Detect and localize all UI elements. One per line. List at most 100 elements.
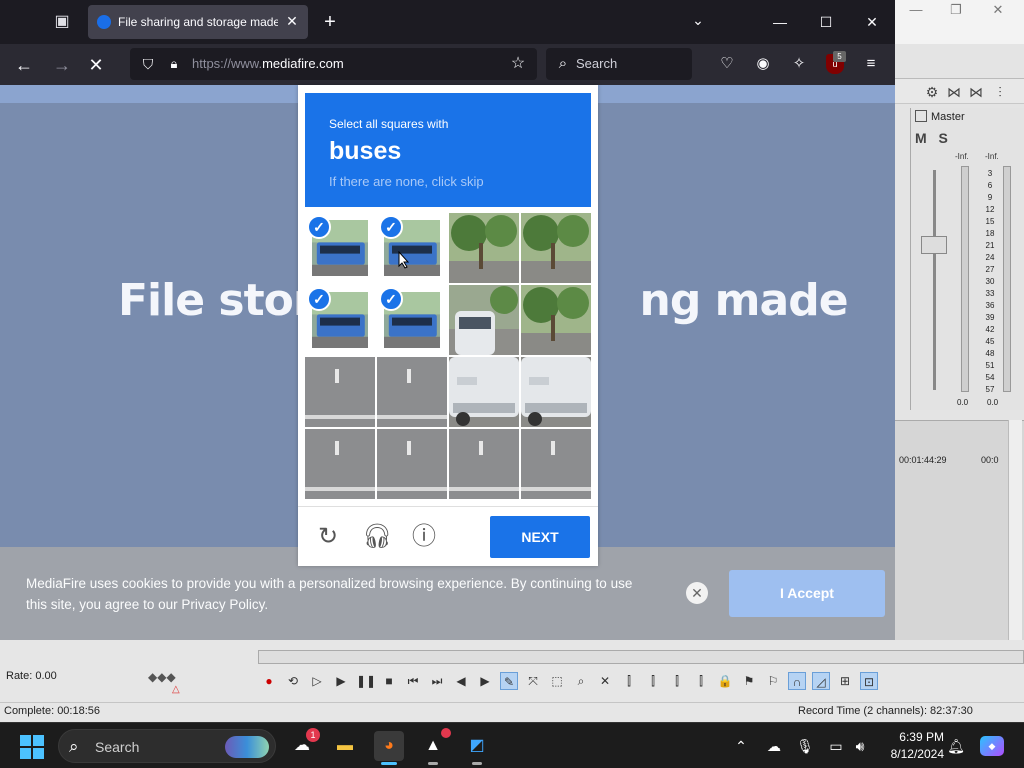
microphone-icon[interactable]: 🎙︎ (795, 736, 815, 756)
captcha-tile[interactable] (521, 357, 591, 427)
close-icon[interactable]: ✕ (987, 2, 1009, 20)
trim-start-icon[interactable]: ⫿ (668, 672, 686, 690)
captcha-tile[interactable] (377, 429, 447, 499)
next-frame-icon[interactable]: ▶ (476, 672, 494, 690)
split-icon[interactable]: ⫿ (644, 672, 662, 690)
captcha-tile[interactable] (521, 285, 591, 355)
weather-icon[interactable]: ☁ 1 (287, 728, 320, 761)
maximize-icon[interactable]: ☐ (814, 10, 838, 34)
new-tab-icon[interactable]: + (320, 12, 340, 32)
mute-solo-buttons[interactable]: M S (915, 130, 952, 146)
back-arrow-icon[interactable]: ← (12, 53, 36, 77)
taskbar-search[interactable]: ⌕ Search (58, 729, 276, 763)
file-explorer-icon[interactable]: ▬ (330, 731, 360, 761)
trim-end-icon[interactable]: ⫿ (692, 672, 710, 690)
app-icon-triangle[interactable]: ▲ (418, 728, 451, 765)
menu-icon[interactable]: ≡ (861, 54, 881, 74)
restore-icon[interactable]: ❐ (945, 2, 967, 20)
captcha-tile[interactable] (377, 357, 447, 427)
firefox-icon[interactable]: ◕ (374, 731, 404, 765)
ripple-icon[interactable]: ⊞ (836, 672, 854, 690)
go-to-start-icon[interactable]: ⏮ (404, 672, 422, 690)
delete-icon[interactable]: ✕ (596, 672, 614, 690)
captcha-tile[interactable]: ✓ (305, 285, 375, 355)
snap-icon[interactable]: ∩ (788, 672, 806, 690)
envelope-tool-icon[interactable]: ⤧ (524, 672, 542, 690)
chevron-down-icon[interactable]: ⌄ (688, 12, 708, 32)
bookmark-star-icon[interactable]: ☆ (509, 55, 527, 73)
selection-tool-icon[interactable]: ⬚ (548, 672, 566, 690)
chevron-up-icon[interactable]: ⌃ (731, 736, 751, 756)
url-bar[interactable]: ⛉ 🔒︎ https://www.mediafire.com ☆ (130, 48, 537, 80)
meter-scale-tick: 15 (985, 217, 995, 226)
rate-slider-icon[interactable]: ◆◆◆ (148, 670, 176, 684)
stop-icon[interactable]: ■ (380, 672, 398, 690)
insert-icon[interactable]: ⋈ (945, 83, 963, 101)
volume-icon[interactable]: 🔊︎ (850, 736, 870, 756)
firefox-view-icon[interactable]: ▣ (52, 12, 72, 32)
captcha-tile[interactable] (449, 357, 519, 427)
zoom-tool-icon[interactable]: ⌕ (572, 672, 590, 690)
prev-frame-icon[interactable]: ◀ (452, 672, 470, 690)
tab-mediafire[interactable]: File sharing and storage made ✕ (88, 5, 308, 39)
play-icon[interactable]: ▶ (332, 672, 350, 690)
notification-bell-icon[interactable]: 🔔︎ (946, 736, 966, 756)
windows-start-icon[interactable] (20, 735, 44, 759)
captcha-tile[interactable]: ✓ (377, 285, 447, 355)
account-icon[interactable]: ◉ (753, 54, 773, 74)
auto-crossfade-icon[interactable]: ◿ (812, 672, 830, 690)
record-icon[interactable]: ● (260, 672, 278, 690)
tile-image (521, 285, 591, 355)
forward-arrow-icon[interactable]: → (50, 53, 74, 77)
next-button[interactable]: NEXT (490, 516, 590, 558)
copilot-icon[interactable]: ◆ (980, 736, 1004, 756)
master-checkbox[interactable] (915, 110, 927, 122)
lock-icon[interactable]: 🔒︎ (166, 56, 182, 72)
accept-cookies-button[interactable]: I Accept (729, 570, 885, 617)
url-prefix: https://www. (192, 56, 263, 71)
pause-icon[interactable]: ❚❚ (356, 672, 376, 690)
close-icon[interactable]: ✕ (686, 582, 708, 604)
minimize-icon[interactable]: — (905, 2, 927, 20)
horizontal-scrollbar[interactable] (258, 650, 1024, 664)
lock-icon[interactable]: 🔒 (716, 672, 734, 690)
marker-icon[interactable]: ⚑ (740, 672, 758, 690)
downmix-icon[interactable]: ⋈ (967, 83, 985, 101)
vegas-app-icon[interactable]: ◩ (462, 731, 492, 765)
lock-envelopes-icon[interactable]: ⊡ (860, 672, 878, 690)
pocket-icon[interactable]: ♡ (717, 54, 737, 74)
region-icon[interactable]: ⚐ (764, 672, 782, 690)
captcha-tile[interactable] (449, 429, 519, 499)
volume-fader-handle[interactable] (921, 236, 947, 254)
captcha-tile[interactable]: ✓ (305, 213, 375, 283)
close-window-icon[interactable]: ✕ (860, 10, 884, 34)
captcha-tile[interactable]: ✓ (377, 213, 447, 283)
captcha-tile[interactable] (521, 213, 591, 283)
loop-icon[interactable]: ⟲ (284, 672, 302, 690)
network-icon[interactable]: ▭ (826, 736, 846, 756)
info-icon[interactable]: ⓘ (410, 523, 438, 551)
shield-icon[interactable]: ⛉ (140, 56, 156, 72)
go-to-end-icon[interactable]: ⏭ (428, 672, 446, 690)
edit-tool-icon[interactable]: ✎ (500, 672, 518, 690)
clock[interactable]: 6:39 PM 8/12/2024 (880, 729, 944, 763)
stop-loading-icon[interactable]: ✕ (84, 53, 108, 77)
gear-icon[interactable]: ⚙ (923, 83, 941, 101)
search-box[interactable]: ⌕ Search (546, 48, 692, 80)
captcha-tile[interactable] (305, 429, 375, 499)
play-from-start-icon[interactable]: ▷ (308, 672, 326, 690)
trim-icon[interactable]: ⫿ (620, 672, 638, 690)
fader-icon[interactable]: ⫶ (991, 83, 1009, 101)
captcha-tile[interactable] (449, 285, 519, 355)
minimize-icon[interactable]: — (768, 10, 792, 34)
captcha-tile[interactable] (449, 213, 519, 283)
captcha-tile[interactable] (521, 429, 591, 499)
url-text[interactable]: https://www.mediafire.com (192, 56, 344, 71)
close-tab-icon[interactable]: ✕ (284, 13, 300, 29)
vertical-scrollbar[interactable] (1008, 420, 1022, 650)
extensions-icon[interactable]: ✧ (789, 54, 809, 74)
headphones-icon[interactable]: 🎧︎ (362, 523, 392, 551)
reload-icon[interactable]: ↻ (314, 523, 342, 551)
captcha-tile[interactable] (305, 357, 375, 427)
onedrive-icon[interactable]: ☁ (764, 736, 784, 756)
